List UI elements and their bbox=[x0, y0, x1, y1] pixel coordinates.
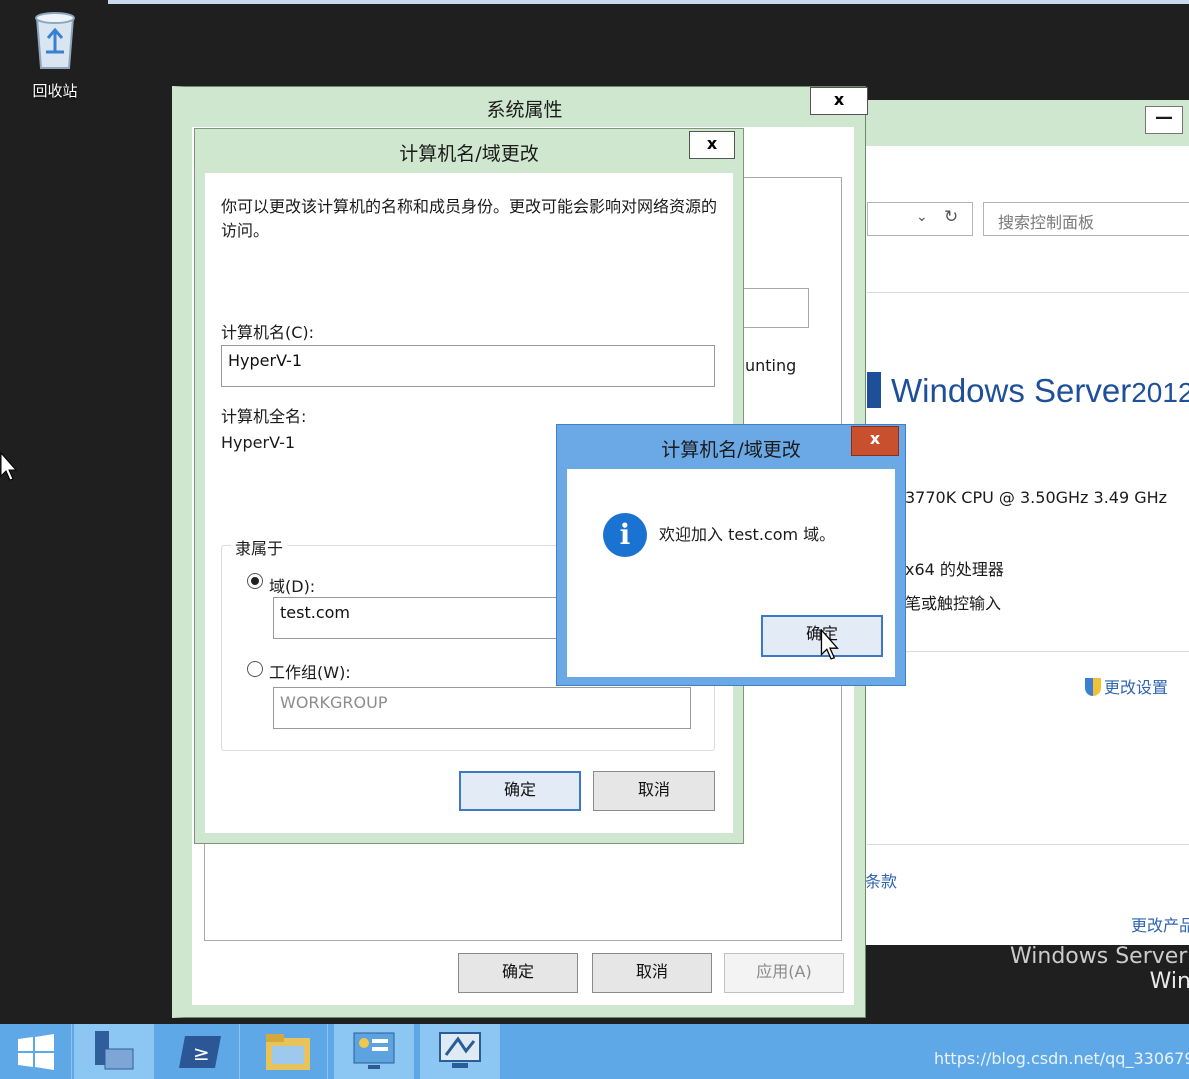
member-of-label: 隶属于 bbox=[231, 535, 288, 559]
description-field bbox=[739, 288, 809, 328]
mouse-cursor-icon bbox=[820, 629, 839, 660]
taskbar-control-panel[interactable] bbox=[334, 1024, 414, 1079]
shield-icon bbox=[1085, 678, 1101, 696]
start-button[interactable] bbox=[0, 1024, 72, 1079]
close-button[interactable]: x bbox=[851, 426, 899, 456]
message-panel: i 欢迎加入 test.com 域。 确定 bbox=[567, 469, 895, 677]
description-text: 你可以更改该计算机的名称和成员身份。更改可能会影响对网络资源的访问。 bbox=[221, 197, 718, 240]
domain-radio[interactable] bbox=[247, 573, 263, 589]
full-name-label: 计算机全名: bbox=[221, 407, 307, 426]
ok-button[interactable]: 确定 bbox=[458, 953, 578, 993]
radio-dot bbox=[251, 577, 259, 585]
workgroup-radio[interactable] bbox=[247, 661, 263, 677]
recycle-bin-icon bbox=[35, 12, 75, 69]
desktop-branding-line2: Windo bbox=[1149, 969, 1189, 994]
close-button[interactable]: x bbox=[689, 131, 735, 159]
top-strip bbox=[108, 0, 1189, 4]
windows-flag-icon bbox=[867, 372, 881, 408]
computer-name-input[interactable]: HyperV-1 bbox=[221, 345, 715, 387]
minimize-button[interactable]: — bbox=[1145, 106, 1183, 134]
cpu-info: 3770K CPU @ 3.50GHz 3.49 GHz bbox=[905, 488, 1168, 507]
change-product-link[interactable]: 更改产品 bbox=[1131, 912, 1189, 936]
address-bar[interactable]: ⌄ ↻ bbox=[867, 202, 973, 236]
server-manager-icon bbox=[95, 1031, 134, 1070]
pen-touch: 笔或触控输入 bbox=[905, 594, 1002, 613]
workgroup-input[interactable]: WORKGROUP bbox=[273, 687, 691, 729]
computer-name-label: 计算机名(C): bbox=[221, 323, 315, 342]
recycle-bin-label: 回收站 bbox=[32, 82, 78, 100]
message-box: 计算机名/域更改 x i 欢迎加入 test.com 域。 确定 bbox=[556, 424, 906, 686]
desktop-branding-line1: Windows Server 2 bbox=[1010, 944, 1189, 969]
taskbar-file-explorer[interactable] bbox=[248, 1024, 328, 1079]
cancel-button[interactable]: 取消 bbox=[592, 953, 712, 993]
system-type: x64 的处理器 bbox=[905, 560, 1004, 579]
recycle-bin[interactable]: 回收站 bbox=[18, 8, 92, 108]
taskbar-powershell[interactable]: ≥ bbox=[160, 1024, 240, 1079]
watermark: https://blog.csdn.net/qq_33067925 bbox=[934, 1049, 1189, 1068]
windows-version: 2012 bbox=[1131, 377, 1189, 408]
change-settings-label: 更改设置 bbox=[1104, 678, 1169, 697]
refresh-icon[interactable]: ↻ bbox=[944, 207, 958, 227]
control-panel-titlebar bbox=[852, 100, 1189, 146]
windows-server-logo: Windows Server2012 bbox=[867, 372, 1189, 410]
svg-text:≥: ≥ bbox=[193, 1041, 210, 1065]
mouse-cursor-icon bbox=[0, 452, 18, 481]
change-settings-link[interactable]: 更改设置 bbox=[1085, 674, 1168, 698]
desktop-branding: Windows Server 2 Windo bbox=[1010, 944, 1189, 994]
windows-brand: Windows Server bbox=[891, 372, 1132, 409]
windows-start-icon bbox=[18, 1034, 54, 1070]
divider bbox=[867, 651, 1189, 652]
info-icon: i bbox=[603, 513, 647, 557]
message-text: 欢迎加入 test.com 域。 bbox=[659, 525, 836, 544]
ok-button[interactable]: 确定 bbox=[459, 771, 581, 811]
close-button[interactable]: x bbox=[810, 87, 868, 115]
taskbar-server-manager[interactable] bbox=[74, 1024, 154, 1079]
workgroup-label: 工作组(W): bbox=[269, 663, 351, 682]
divider bbox=[867, 844, 1189, 845]
control-panel-icon bbox=[353, 1032, 395, 1069]
remote-desktop-icon bbox=[439, 1032, 481, 1068]
cancel-button[interactable]: 取消 bbox=[593, 771, 715, 811]
full-name-value: HyperV-1 bbox=[221, 433, 296, 452]
folder-icon bbox=[266, 1034, 310, 1070]
apply-button[interactable]: 应用(A) bbox=[724, 953, 844, 993]
taskbar-remote-desktop[interactable] bbox=[420, 1024, 500, 1079]
divider bbox=[867, 292, 1189, 293]
search-input[interactable]: 搜索控制面板 bbox=[983, 202, 1189, 236]
domain-label: 域(D): bbox=[269, 577, 316, 596]
terms-link[interactable]: 条款 bbox=[865, 868, 897, 892]
dialog-title: 计算机名/域更改 bbox=[399, 143, 539, 165]
powershell-icon: ≥ bbox=[179, 1036, 221, 1068]
window-title: 系统属性 bbox=[486, 99, 563, 121]
partial-text: unting bbox=[745, 356, 797, 375]
chevron-down-icon[interactable]: ⌄ bbox=[916, 209, 928, 225]
